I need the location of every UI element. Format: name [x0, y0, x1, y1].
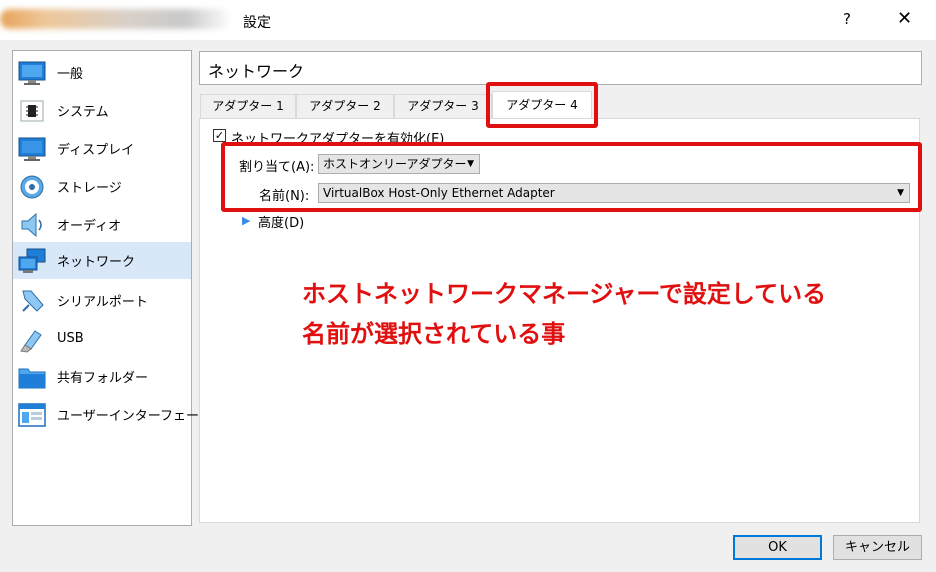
page-title: ネットワーク — [208, 62, 305, 81]
usb-icon — [20, 330, 42, 353]
sidebar-item-label: シリアルポート — [57, 295, 148, 310]
folder-icon — [18, 368, 46, 389]
sidebar-item-general[interactable]: 一般 — [13, 54, 191, 91]
network-icon — [18, 248, 46, 273]
sidebar-item-label: オーディオ — [57, 219, 122, 234]
settings-sidebar: 一般 システム ディスプレイ ストレージ オーディオ ネットワーク シリアルポー… — [12, 50, 211, 526]
sidebar-item-display[interactable]: ディスプレイ — [13, 130, 191, 167]
sidebar-item-network[interactable]: ネットワーク — [13, 242, 191, 279]
tab-adapter-3[interactable]: アダプター 3 — [394, 94, 492, 118]
monitor-icon — [18, 61, 46, 85]
sidebar-item-serial-port[interactable]: シリアルポート — [13, 282, 191, 319]
advanced-toggle[interactable]: 高度(D) — [258, 212, 304, 231]
sidebar-item-label: ストレージ — [57, 181, 122, 196]
ok-button[interactable]: OK — [733, 535, 822, 560]
help-button[interactable]: ? — [843, 10, 851, 28]
window-title: 設定 — [243, 15, 271, 31]
sidebar-item-audio[interactable]: オーディオ — [13, 206, 191, 243]
blurred-app-name — [0, 9, 232, 29]
serial-port-icon — [22, 290, 44, 312]
page-title-box: ネットワーク — [199, 51, 922, 85]
sidebar-item-storage[interactable]: ストレージ — [13, 168, 191, 205]
disk-icon — [20, 175, 44, 199]
annotation-line-1: ホストネットワークマネージャーで設定している — [302, 280, 827, 308]
sidebar-item-label: 共有フォルダー — [57, 371, 149, 386]
sidebar-item-label: ユーザーインターフェース — [57, 409, 212, 424]
sidebar-item-shared-folders[interactable]: 共有フォルダー — [13, 358, 191, 395]
display-icon — [18, 137, 46, 161]
sidebar-item-label: USB — [57, 331, 84, 346]
fields-highlight-box — [221, 142, 922, 212]
chip-icon — [20, 100, 44, 122]
sidebar-item-user-interface[interactable]: ユーザーインターフェース — [13, 396, 211, 433]
sidebar-item-label: システム — [57, 105, 109, 120]
tab-adapter-1[interactable]: アダプター 1 — [200, 94, 296, 118]
ui-icon — [18, 403, 46, 427]
close-button[interactable]: ✕ — [897, 8, 912, 29]
expand-arrow-icon[interactable]: ▶ — [242, 214, 250, 227]
sidebar-item-usb[interactable]: USB — [13, 320, 191, 357]
enable-adapter-checkbox[interactable]: ✓ — [213, 129, 226, 142]
tab-adapter-2[interactable]: アダプター 2 — [296, 94, 394, 118]
cancel-button[interactable]: キャンセル — [833, 535, 922, 560]
sidebar-item-label: ディスプレイ — [57, 143, 135, 158]
sidebar-item-label: ネットワーク — [57, 255, 136, 270]
sidebar-item-label: 一般 — [57, 67, 84, 82]
tab-highlight-box — [486, 82, 598, 128]
title-bar: 設定 ? ✕ — [0, 0, 936, 40]
speaker-icon — [21, 212, 42, 238]
sidebar-item-system[interactable]: システム — [13, 92, 191, 129]
annotation-line-2: 名前が選択されている事 — [302, 320, 566, 348]
